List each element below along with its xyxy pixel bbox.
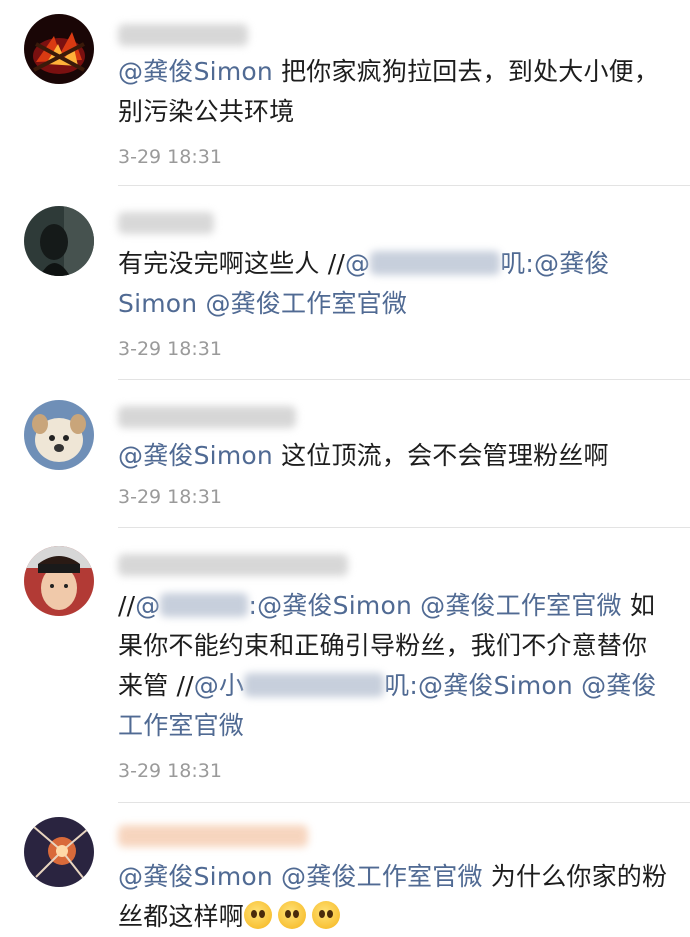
mention-link[interactable]: @龚俊Simon @龚俊工作室官微	[118, 862, 483, 891]
mention-link[interactable]: @龚俊Simon	[118, 57, 273, 86]
mention-link[interactable]: @	[345, 249, 370, 278]
comment-timestamp: 3-29 18:31	[118, 486, 222, 508]
username-blurred[interactable]	[118, 212, 214, 234]
comment-timestamp: 3-29 18:31	[118, 760, 222, 782]
user-avatar[interactable]	[24, 206, 94, 276]
comment-item: @龚俊Simon 这位顶流，会不会管理粉丝啊 3-29 18:31	[0, 380, 690, 528]
comment-text: //@:@龚俊Simon @龚俊工作室官微 如果你不能约束和正确引导粉丝，我们不…	[118, 586, 670, 746]
comment-timestamp: 3-29 18:31	[118, 146, 222, 168]
comment-text-segment: //	[118, 591, 136, 620]
username-blurred[interactable]	[118, 825, 308, 847]
comment-item: @龚俊Simon @龚俊工作室官微 为什么你家的粉丝都这样啊	[0, 803, 690, 931]
pleading-face-icon	[312, 901, 341, 929]
comment-timestamp: 3-29 18:31	[118, 338, 222, 360]
comment-text-segment: 有完没完啊这些人 //	[118, 249, 345, 278]
comment-item: 有完没完啊这些人 //@ 叽:@龚俊Simon @龚俊工作室官微 3-29 18:…	[0, 186, 690, 380]
comment-text: 有完没完啊这些人 //@ 叽:@龚俊Simon @龚俊工作室官微	[118, 244, 670, 324]
comment-text: @龚俊Simon 把你家疯狗拉回去，到处大小便，别污染公共环境	[118, 52, 670, 132]
comment-text-segment: 这位顶流，会不会管理粉丝啊	[272, 441, 609, 470]
redacted-username	[244, 673, 385, 697]
user-avatar[interactable]	[24, 546, 94, 616]
comment-item: @龚俊Simon 把你家疯狗拉回去，到处大小便，别污染公共环境 3-29 18:…	[0, 0, 690, 186]
comment-feed: @龚俊Simon 把你家疯狗拉回去，到处大小便，别污染公共环境 3-29 18:…	[0, 0, 690, 931]
user-avatar[interactable]	[24, 14, 94, 84]
mention-link[interactable]: @龚俊Simon	[118, 441, 273, 470]
username-blurred[interactable]	[118, 554, 348, 576]
comment-item: //@:@龚俊Simon @龚俊工作室官微 如果你不能约束和正确引导粉丝，我们不…	[0, 528, 690, 803]
username-blurred[interactable]	[118, 406, 296, 428]
user-avatar[interactable]	[24, 400, 94, 470]
mention-link[interactable]: :@龚俊Simon @龚俊工作室官微	[248, 591, 621, 620]
username-blurred[interactable]	[118, 24, 248, 46]
comment-text: @龚俊Simon 这位顶流，会不会管理粉丝啊	[118, 436, 670, 476]
mention-link[interactable]: @	[135, 591, 160, 620]
pleading-face-icon	[244, 901, 273, 929]
redacted-username	[370, 251, 501, 275]
user-avatar[interactable]	[24, 817, 94, 887]
comment-text: @龚俊Simon @龚俊工作室官微 为什么你家的粉丝都这样啊	[118, 857, 670, 937]
mention-link[interactable]: @小	[194, 671, 244, 700]
redacted-username	[160, 593, 249, 617]
pleading-face-icon	[278, 901, 307, 929]
